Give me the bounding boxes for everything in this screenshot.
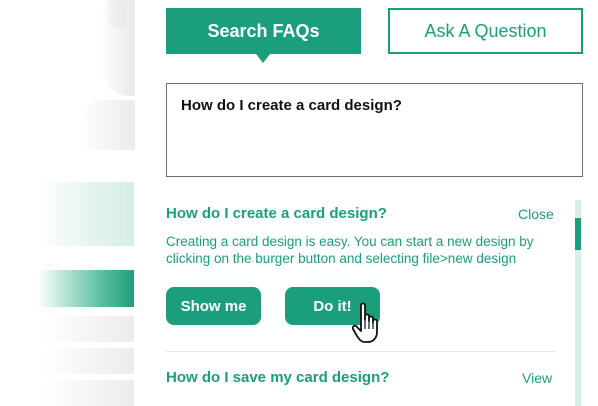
avatar-face [100, 0, 136, 96]
faq-search-input[interactable]: How do I create a card design? [166, 83, 583, 177]
do-it-label: Do it! [313, 297, 352, 315]
faq-close-link[interactable]: Close [518, 206, 554, 222]
show-me-button[interactable]: Show me [166, 287, 261, 325]
tab-ask-question[interactable]: Ask A Question [388, 8, 583, 54]
caret-down-icon [256, 54, 270, 63]
avatar-shirt [78, 100, 136, 150]
tab-search-faqs[interactable]: Search FAQs [166, 8, 361, 63]
background-menu-item [0, 182, 134, 246]
tab-ask-label: Ask A Question [424, 20, 547, 41]
faq-view-link[interactable]: View [522, 370, 552, 386]
background-menu-item [0, 316, 134, 342]
tab-search-label: Search FAQs [207, 20, 320, 41]
background-menu-item-active [0, 270, 134, 307]
background-avatar-photo [70, 0, 136, 150]
background-menu-item [0, 348, 134, 374]
show-me-label: Show me [180, 297, 247, 315]
faq-answer-1: Creating a card design is easy. You can … [166, 234, 534, 266]
faq-search-value: How do I create a card design? [181, 97, 402, 114]
faq-scrollbar-thumb[interactable] [575, 218, 581, 250]
faq-divider [166, 351, 555, 352]
background-menu-item [0, 380, 134, 406]
hand-pointer-icon [352, 302, 378, 343]
faq-question-2[interactable]: How do I save my card design? [166, 369, 389, 386]
faq-panel: Search FAQs Ask A Question How do I crea… [135, 0, 598, 406]
faq-question-1[interactable]: How do I create a card design? [166, 205, 387, 222]
